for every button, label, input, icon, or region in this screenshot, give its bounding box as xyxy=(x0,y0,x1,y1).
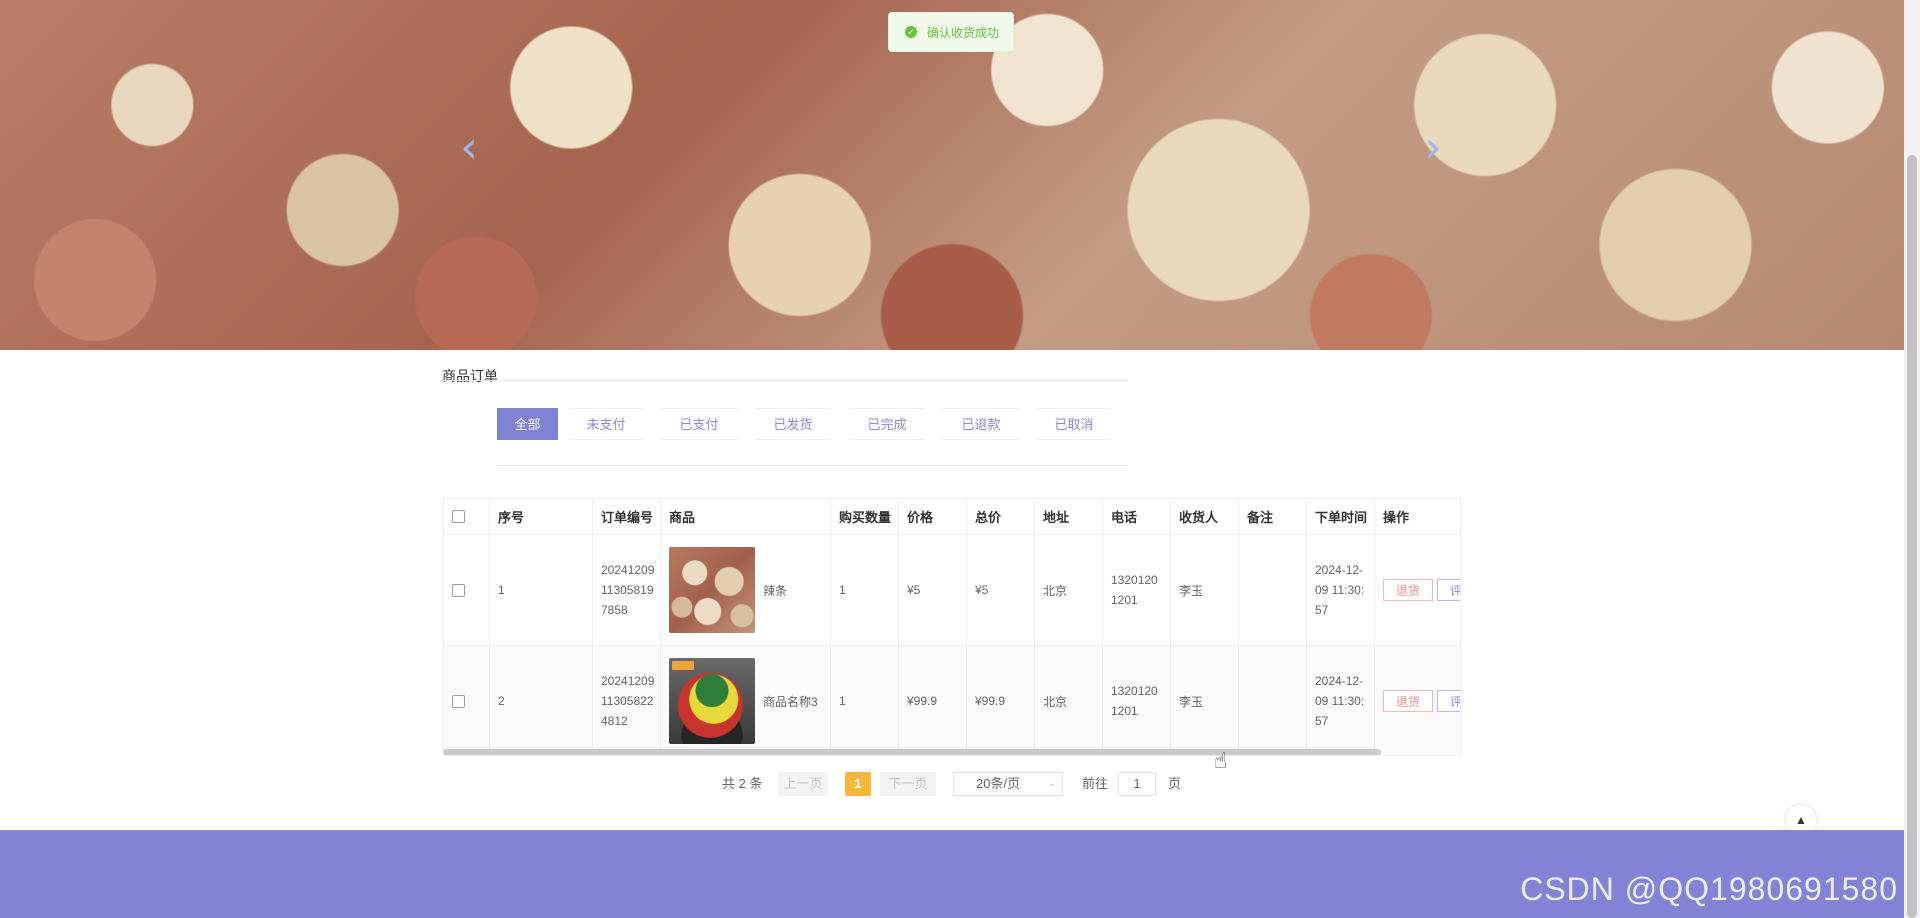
row-checkbox[interactable] xyxy=(452,694,465,708)
select-all-cell xyxy=(444,499,490,534)
header-phone: 电话 xyxy=(1103,499,1171,534)
goto-page-input[interactable]: 1 xyxy=(1118,772,1156,796)
tab-unpaid[interactable]: 未支付 xyxy=(569,408,643,440)
tabs-divider xyxy=(497,465,1128,466)
header-price: 价格 xyxy=(899,499,967,534)
table-horizontal-scrollbar[interactable] xyxy=(443,749,1381,755)
page-size-select[interactable]: 20条/页 ⌄ xyxy=(953,772,1063,796)
tab-refunded[interactable]: 已退款 xyxy=(943,408,1019,440)
success-toast: ✓ 确认收货成功 xyxy=(888,12,1014,52)
cell-product: 辣条 xyxy=(661,535,831,645)
header-order-no: 订单编号 xyxy=(593,499,661,534)
phone-text: 13201201201 xyxy=(1111,684,1158,718)
footer: CSDN @QQ1980691580 xyxy=(0,830,1904,918)
product-thumbnail[interactable] xyxy=(669,547,755,633)
header-quantity: 购买数量 xyxy=(831,499,899,534)
banner-prev-arrow-icon[interactable]: ‹ xyxy=(456,126,482,170)
row-select-cell xyxy=(444,535,490,645)
header-actions: 操作 xyxy=(1383,510,1410,525)
toast-message: 确认收货成功 xyxy=(927,25,1000,40)
phone-text: 13201201201 xyxy=(1111,573,1158,607)
refund-button[interactable]: 退货 xyxy=(1383,579,1433,601)
section-title: 商品订单 xyxy=(442,368,498,384)
header-index: 序号 xyxy=(490,499,593,534)
header-receiver: 收货人 xyxy=(1171,499,1239,534)
table-header-row: 序号 订单编号 商品 购买数量 价格 总价 地址 电话 收货人 备注 下单时间 … xyxy=(444,499,1460,535)
tab-paid[interactable]: 已支付 xyxy=(661,408,737,440)
cell-note xyxy=(1239,535,1307,645)
pagination-total: 共 2 条 xyxy=(722,776,763,791)
row-select-cell xyxy=(444,646,490,755)
cell-note xyxy=(1239,646,1307,755)
order-no-text: 20241209113058197858 xyxy=(601,563,655,617)
chevron-down-icon: ⌄ xyxy=(1047,778,1056,789)
page-number-button[interactable]: 1 xyxy=(845,772,871,796)
order-time-text: 2024-12-09 11:30:57 xyxy=(1315,674,1365,728)
watermark-text: CSDN @QQ1980691580 xyxy=(1520,871,1898,907)
row-checkbox[interactable] xyxy=(452,583,465,597)
hand-cursor-icon: ☝ xyxy=(1214,748,1228,773)
tab-all[interactable]: 全部 xyxy=(497,408,558,440)
order-no-text: 20241209113058224812 xyxy=(601,674,655,728)
banner-next-arrow-icon[interactable]: › xyxy=(1420,126,1446,170)
cell-order-time: 2024-12-09 11:30:57 xyxy=(1307,646,1375,755)
cell-order-time: 2024-12-09 11:30:57 xyxy=(1307,535,1375,645)
cell-actions: 退货 评 xyxy=(1375,646,1460,755)
tab-cancelled[interactable]: 已取消 xyxy=(1037,408,1111,440)
product-name: 商品名称3 xyxy=(763,694,818,709)
orders-table: 序号 订单编号 商品 购买数量 价格 总价 地址 电话 收货人 备注 下单时间 … xyxy=(443,498,1461,756)
table-row: 2 20241209113058224812 商品名称3 1 ¥99.9 ¥99… xyxy=(444,646,1460,755)
product-name: 辣条 xyxy=(763,583,788,598)
page-unit-label: 页 xyxy=(1168,776,1182,791)
review-button[interactable]: 评 xyxy=(1437,690,1460,712)
cell-total: ¥5 xyxy=(967,535,1035,645)
cell-total: ¥99.9 xyxy=(967,646,1035,755)
check-circle-icon: ✓ xyxy=(905,26,917,38)
cell-order-no: 20241209113058224812 xyxy=(593,646,661,755)
cell-price: ¥5 xyxy=(899,535,967,645)
cell-address: 北京 xyxy=(1035,535,1103,645)
page-scrollbar-thumb[interactable] xyxy=(1907,155,1917,918)
cell-actions: 退货 评 xyxy=(1375,535,1460,645)
header-order-time: 下单时间 xyxy=(1307,499,1375,534)
cell-order-no: 20241209113058197858 xyxy=(593,535,661,645)
section-divider xyxy=(442,380,1128,381)
cell-address: 北京 xyxy=(1035,646,1103,755)
cell-phone: 13201201201 xyxy=(1103,646,1171,755)
cell-index: 2 xyxy=(490,646,593,755)
cell-quantity: 1 xyxy=(831,535,899,645)
header-total: 总价 xyxy=(967,499,1035,534)
next-page-button[interactable]: 下一页 xyxy=(880,772,936,796)
hero-banner-image xyxy=(0,0,1904,350)
cell-quantity: 1 xyxy=(831,646,899,755)
cell-product: 商品名称3 xyxy=(661,646,831,755)
tab-completed[interactable]: 已完成 xyxy=(849,408,925,440)
header-address: 地址 xyxy=(1035,499,1103,534)
goto-label: 前往 xyxy=(1082,776,1109,791)
image-badge xyxy=(672,661,694,670)
refund-button[interactable]: 退货 xyxy=(1383,690,1433,712)
prev-page-button[interactable]: 上一页 xyxy=(778,772,828,796)
cell-receiver: 李玉 xyxy=(1171,646,1239,755)
review-button[interactable]: 评 xyxy=(1437,579,1460,601)
order-time-text: 2024-12-09 11:30:57 xyxy=(1315,563,1365,617)
cell-receiver: 李玉 xyxy=(1171,535,1239,645)
cell-price: ¥99.9 xyxy=(899,646,967,755)
cell-index: 1 xyxy=(490,535,593,645)
select-all-checkbox[interactable] xyxy=(452,510,465,523)
header-product: 商品 xyxy=(661,499,831,534)
product-thumbnail[interactable] xyxy=(669,658,755,744)
header-note: 备注 xyxy=(1239,499,1307,534)
cell-phone: 13201201201 xyxy=(1103,535,1171,645)
tab-shipped[interactable]: 已发货 xyxy=(755,408,831,440)
table-row: 1 20241209113058197858 辣条 1 ¥5 ¥5 北京 132… xyxy=(444,535,1460,646)
page-size-value: 20条/页 xyxy=(976,776,1021,791)
